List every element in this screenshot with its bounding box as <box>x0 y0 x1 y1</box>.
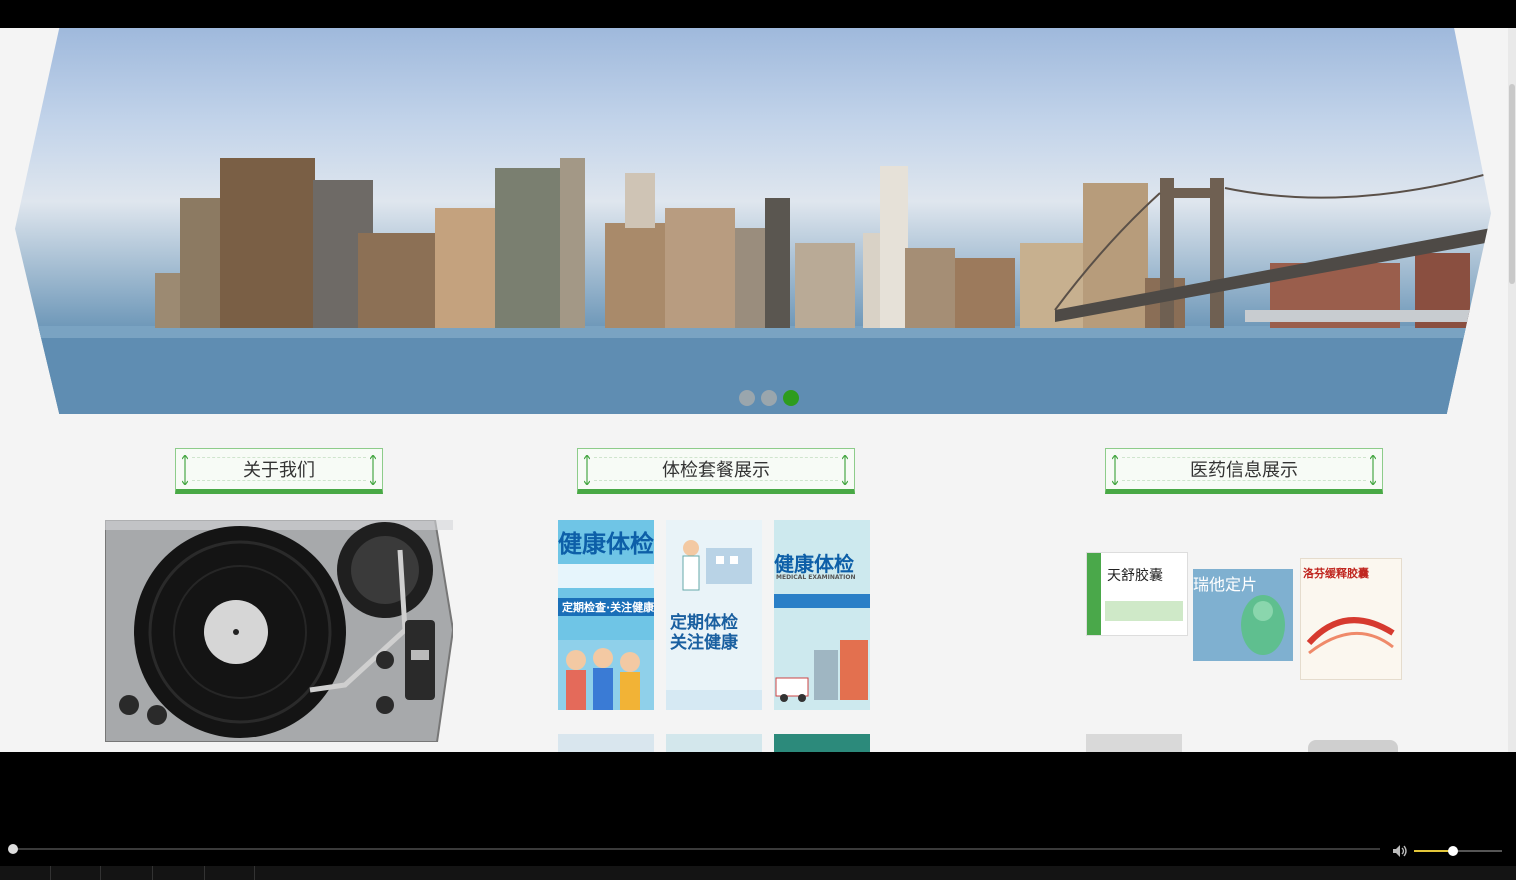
package-card-5[interactable] <box>666 734 762 752</box>
page-viewport: 关于我们 体检套餐展示 医药信息展示 健康体检 定期检查·关注健康 定期体检 关… <box>0 28 1516 752</box>
hero-banner[interactable] <box>15 28 1491 414</box>
arrow-marker-icon <box>1370 455 1376 485</box>
card-band <box>558 564 654 588</box>
hospital-illustration <box>682 540 752 591</box>
carousel-dot-2[interactable] <box>761 390 777 406</box>
header-dash-top <box>1122 457 1366 458</box>
package-card-3[interactable]: 健康体检 MEDICAL EXAMINATION <box>774 520 870 710</box>
package-card-1[interactable]: 健康体检 定期检查·关注健康 <box>558 520 654 710</box>
header-dash-bottom <box>1122 480 1366 481</box>
package-card-6[interactable] <box>774 734 870 752</box>
arrow-marker-icon <box>842 455 848 485</box>
taskbar-slot[interactable] <box>0 866 51 880</box>
card-footer <box>666 690 762 710</box>
volume-icon[interactable] <box>1392 844 1408 858</box>
medicine-item-1[interactable]: 天舒胶囊 <box>1086 552 1188 636</box>
video-player-controls <box>0 752 1516 880</box>
medicine-item-1-name: 天舒胶囊 <box>1107 568 1163 584</box>
arrow-marker-icon <box>1112 455 1118 485</box>
medicine-box-stripe <box>1087 553 1101 635</box>
carousel-dot-1[interactable] <box>739 390 755 406</box>
page-scrollbar-thumb[interactable] <box>1509 84 1515 284</box>
taskbar-slot[interactable] <box>50 866 101 880</box>
arrow-marker-icon <box>584 455 590 485</box>
header-dash-bottom <box>192 480 366 481</box>
about-us-title: 关于我们 <box>243 460 315 481</box>
medicine-swirl-graphic <box>1306 617 1395 655</box>
card-band <box>774 594 870 608</box>
medicine-item-5[interactable] <box>1308 740 1398 752</box>
medicine-item-2[interactable]: 瑞他定片 <box>1193 569 1293 661</box>
package-card-2-subtitle: 关注健康 <box>670 633 738 653</box>
medicine-item-3[interactable]: 洛芬缓释胶囊 <box>1300 558 1402 680</box>
volume-handle[interactable] <box>1448 846 1458 856</box>
top-letterbox <box>0 0 1516 28</box>
carousel-dot-3[interactable] <box>783 390 799 406</box>
arrow-marker-icon <box>182 455 188 485</box>
taskbar-slot[interactable] <box>152 866 205 880</box>
taskbar-slot[interactable] <box>204 866 255 880</box>
taskbar-slot[interactable] <box>100 866 153 880</box>
volume-slider[interactable] <box>1414 850 1502 852</box>
package-card-1-subtitle: 定期检查·关注健康 <box>558 598 654 616</box>
medicine-item-4[interactable] <box>1086 734 1182 752</box>
medicine-box-graphic <box>1105 601 1183 621</box>
medicine-title: 医药信息展示 <box>1190 460 1298 481</box>
arrow-marker-icon <box>370 455 376 485</box>
header-dash-bottom <box>594 480 838 481</box>
package-card-3-title: 健康体检 <box>774 552 854 576</box>
package-card-4[interactable] <box>558 734 654 752</box>
header-dash-top <box>594 457 838 458</box>
page-scrollbar[interactable] <box>1508 28 1516 752</box>
turntable-image[interactable] <box>105 520 453 742</box>
seek-bar[interactable] <box>12 848 1380 850</box>
header-dash-top <box>192 457 366 458</box>
packages-title: 体检套餐展示 <box>662 460 770 481</box>
package-card-3-subtitle: MEDICAL EXAMINATION <box>776 574 856 581</box>
ambulance-illustration <box>775 640 868 702</box>
family-illustration <box>558 640 654 710</box>
packages-header[interactable]: 体检套餐展示 <box>577 448 855 494</box>
medicine-item-3-name: 洛芬缓释胶囊 <box>1303 567 1369 580</box>
package-card-2[interactable]: 定期体检 关注健康 <box>666 520 762 710</box>
about-us-header[interactable]: 关于我们 <box>175 448 383 494</box>
package-card-1-title: 健康体检 <box>558 530 654 558</box>
taskbar-strip <box>0 866 1516 880</box>
medicine-statue-graphic <box>1241 595 1285 655</box>
seek-handle[interactable] <box>8 844 18 854</box>
carousel-dots <box>739 390 799 406</box>
city-skyline-image <box>15 158 1491 414</box>
medicine-header[interactable]: 医药信息展示 <box>1105 448 1383 494</box>
